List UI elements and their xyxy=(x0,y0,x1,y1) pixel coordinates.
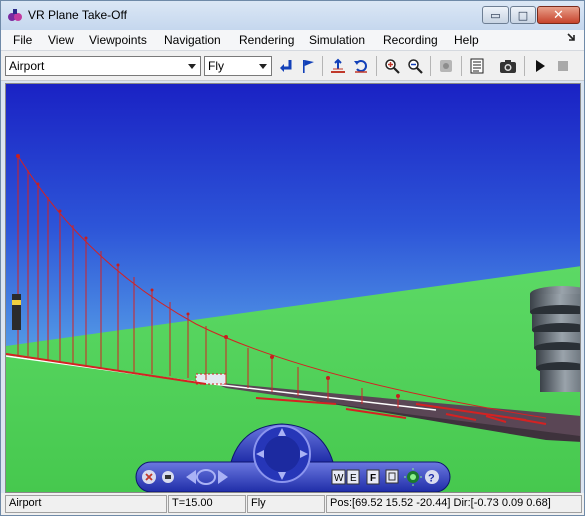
toolbar-separator xyxy=(376,56,377,76)
screenshot-button[interactable] xyxy=(498,56,518,76)
straighten-up-button[interactable] xyxy=(328,56,348,76)
toolbar: Airport Fly xyxy=(1,51,584,81)
status-navigation-mode: Fly xyxy=(247,495,325,513)
toolbar-separator xyxy=(430,56,431,76)
scene-tree-icon xyxy=(470,58,484,74)
play-icon xyxy=(536,60,545,72)
menu-viewpoints[interactable]: Viewpoints xyxy=(89,33,147,47)
airport-scene: W E F ? xyxy=(6,84,580,492)
screenshot-icon xyxy=(500,60,516,73)
window-title: VR Plane Take-Off xyxy=(28,8,127,22)
navigation-mode-value: Fly xyxy=(208,59,224,73)
record-stop-button[interactable] xyxy=(553,56,573,76)
lighthouse xyxy=(12,294,21,330)
return-viewpoint-icon xyxy=(280,60,292,72)
status-viewpoint: Airport xyxy=(5,495,167,513)
close-button[interactable]: ✕ xyxy=(537,6,580,24)
application-window: VR Plane Take-Off ▭ □ ✕ File View Viewpo… xyxy=(0,0,585,516)
app-icon xyxy=(8,9,22,21)
zoom-in-icon xyxy=(385,59,400,74)
nav-view-buttons: W E F xyxy=(331,469,380,485)
maximize-icon: □ xyxy=(517,8,529,22)
toolbar-separator xyxy=(322,56,323,76)
menu-bar: File View Viewpoints Navigation Renderin… xyxy=(1,30,584,51)
straighten-up-icon xyxy=(331,58,345,73)
menu-simulation[interactable]: Simulation xyxy=(309,33,365,47)
nav-close-icon[interactable] xyxy=(142,470,156,484)
create-viewpoint-icon xyxy=(303,60,314,73)
stop-button[interactable] xyxy=(436,56,456,76)
scene-tree-button[interactable] xyxy=(467,56,487,76)
minimize-button[interactable]: ▭ xyxy=(482,6,509,24)
menu-rendering[interactable]: Rendering xyxy=(239,33,294,47)
menu-view[interactable]: View xyxy=(48,33,74,47)
title-bar[interactable]: VR Plane Take-Off ▭ □ ✕ xyxy=(1,1,584,30)
status-position: Pos:[69.52 15.52 -20.44] Dir:[-0.73 0.09… xyxy=(326,495,582,513)
menu-help[interactable]: Help xyxy=(454,33,479,47)
toolbar-separator xyxy=(524,56,525,76)
menu-recording[interactable]: Recording xyxy=(383,33,438,47)
menu-dock-icon[interactable] xyxy=(566,32,576,44)
undo-move-icon xyxy=(354,60,367,73)
nav-e-label: E xyxy=(350,473,357,484)
nav-minimize-icon[interactable] xyxy=(162,471,174,483)
chevron-down-icon xyxy=(259,64,267,69)
virtual-world-canvas[interactable]: W E F ? xyxy=(5,83,581,493)
status-bar: Airport T=15.00 Fly Pos:[69.52 15.52 -20… xyxy=(1,493,584,515)
menu-file[interactable]: File xyxy=(13,33,32,47)
nav-w-label: W xyxy=(334,473,344,484)
chevron-down-icon xyxy=(188,64,196,69)
zoom-out-icon xyxy=(408,59,423,74)
return-viewpoint-button[interactable] xyxy=(276,56,296,76)
undo-move-button[interactable] xyxy=(351,56,371,76)
maximize-button[interactable]: □ xyxy=(510,6,536,24)
close-icon: ✕ xyxy=(553,7,564,23)
nav-straighten-icon[interactable] xyxy=(385,469,399,484)
nav-f-label: F xyxy=(370,473,376,484)
zoom-in-button[interactable] xyxy=(382,56,402,76)
record-stop-icon xyxy=(558,61,568,71)
navigation-mode-select[interactable]: Fly xyxy=(204,56,272,76)
nav-help-label: ? xyxy=(428,473,435,485)
stop-icon xyxy=(440,60,452,72)
minimize-icon: ▭ xyxy=(490,8,501,22)
create-viewpoint-button[interactable] xyxy=(298,56,318,76)
status-time: T=15.00 xyxy=(168,495,246,513)
viewpoint-select[interactable]: Airport xyxy=(5,56,201,76)
play-button[interactable] xyxy=(530,56,550,76)
zoom-out-button[interactable] xyxy=(405,56,425,76)
menu-navigation[interactable]: Navigation xyxy=(164,33,221,47)
viewpoint-select-value: Airport xyxy=(9,59,45,73)
toolbar-separator xyxy=(461,56,462,76)
